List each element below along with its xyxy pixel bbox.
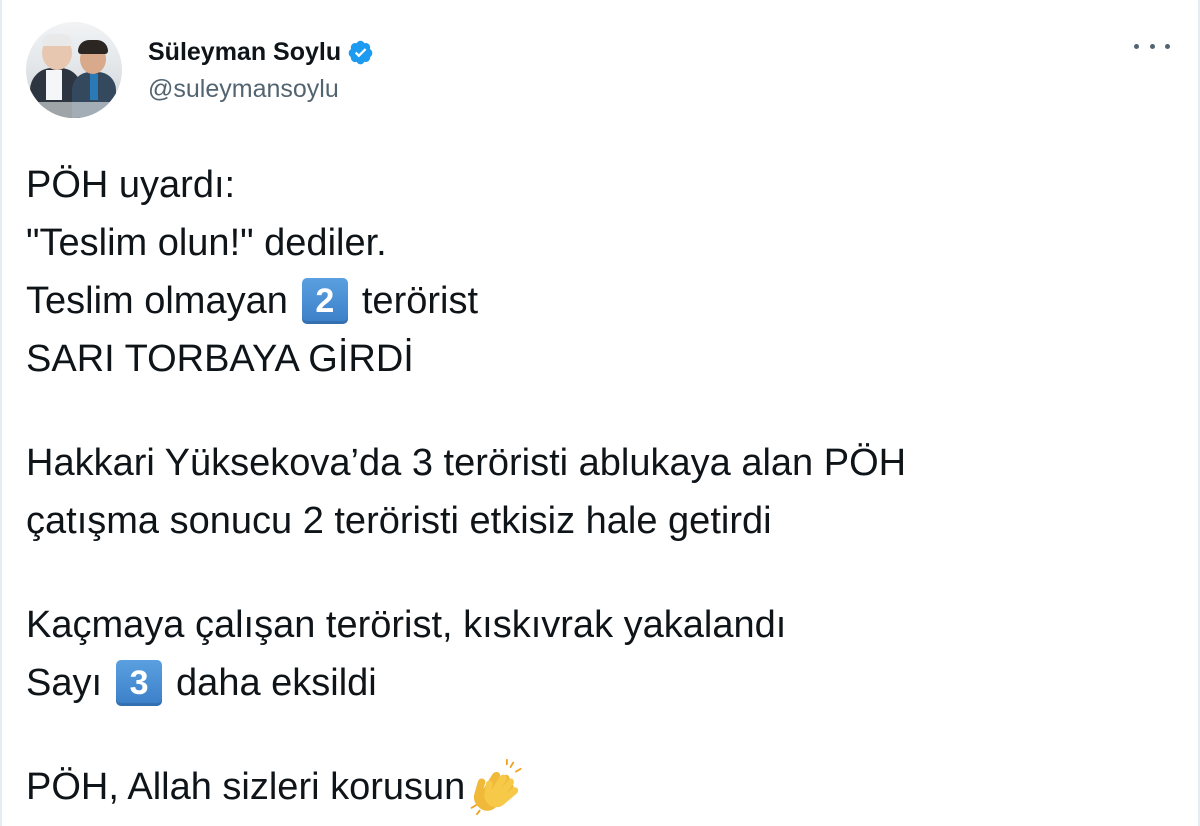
tweet-line-text: Sayı xyxy=(26,662,103,704)
tweet-line: PÖH uyardı: xyxy=(26,164,236,206)
author-info: Süleyman Soylu @suleymansoylu xyxy=(148,35,374,105)
tweet-line-text: daha eksildi xyxy=(176,662,377,704)
tweet-line: Kaçmaya çalışan terörist, kıskıvrak yaka… xyxy=(26,604,787,646)
tweet-line: Sayı 3 daha eksildi xyxy=(26,654,1166,712)
tweet-line-text: Teslim olmayan xyxy=(26,280,288,322)
tweet-line-text: PÖH, Allah sizleri korusun xyxy=(26,766,466,808)
tweet-line: PÖH, Allah sizleri korusun xyxy=(26,758,1166,816)
tweet-line: "Teslim olun!" dediler. xyxy=(26,222,387,264)
clapping-hands-icon xyxy=(470,758,522,816)
author-display-name[interactable]: Süleyman Soylu xyxy=(148,37,341,67)
keycap-three-emoji: 3 xyxy=(116,660,163,706)
more-options-icon[interactable] xyxy=(1134,34,1170,58)
author-avatar[interactable] xyxy=(26,22,122,118)
tweet-line: Teslim olmayan 2 terörist xyxy=(26,272,1166,330)
tweet-line: SARI TORBAYA GİRDİ xyxy=(26,338,414,380)
tweet-line: Hakkari Yüksekova’da 3 teröristi ablukay… xyxy=(26,442,907,484)
tweet-card: Süleyman Soylu @suleymansoylu PÖH uyardı… xyxy=(2,0,1198,826)
tweet-line: çatışma sonucu 2 teröristi etkisiz hale … xyxy=(26,500,772,542)
name-row: Süleyman Soylu xyxy=(148,35,374,69)
verified-badge-icon xyxy=(348,40,373,64)
author-handle[interactable]: @suleymansoylu xyxy=(148,73,374,105)
tweet-header: Süleyman Soylu @suleymansoylu xyxy=(26,22,374,118)
tweet-text: PÖH uyardı: "Teslim olun!" dediler. Tesl… xyxy=(26,156,1166,816)
tweet-line-text: terörist xyxy=(361,280,479,322)
keycap-two-emoji: 2 xyxy=(301,278,348,324)
